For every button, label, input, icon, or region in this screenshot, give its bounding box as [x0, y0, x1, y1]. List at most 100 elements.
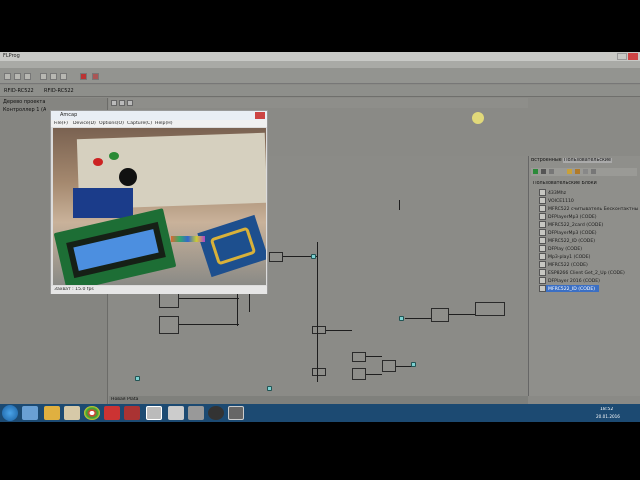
copy-icon[interactable] — [50, 73, 57, 80]
jumper-wires — [171, 236, 205, 242]
camera-menu-bar: File(F) Device(D) Options(O) Capture(C) … — [51, 120, 267, 127]
camera-menu-options[interactable]: Options(O) — [99, 121, 124, 126]
camera-menu-file[interactable]: File(F) — [54, 121, 68, 126]
schematic-block[interactable] — [431, 308, 449, 322]
close-icon[interactable] — [628, 53, 638, 60]
library-item[interactable]: MFRC522_ID (CODE) — [539, 285, 599, 292]
export-icon[interactable] — [583, 169, 588, 174]
app-icon[interactable] — [208, 406, 224, 420]
schematic-block[interactable] — [312, 368, 326, 376]
import-icon[interactable] — [575, 169, 580, 174]
library-item-label: MFRC522_ID (CODE) — [548, 239, 596, 244]
paste-icon[interactable] — [60, 73, 67, 80]
tool-select-icon[interactable] — [111, 100, 117, 106]
camera-menu-capture[interactable]: Capture(C) — [127, 121, 152, 126]
tab-rfid-2[interactable]: RFID-RC522 — [44, 88, 74, 94]
app-icon[interactable] — [188, 406, 204, 420]
library-item[interactable]: MFRC522 (CODE) — [539, 261, 639, 268]
library-item[interactable]: DFPlayer 2016 (CODE) — [539, 277, 639, 284]
schematic-block[interactable] — [352, 368, 366, 380]
library-item[interactable]: 433Mhz — [539, 189, 639, 196]
flprog-taskbar-icon[interactable] — [228, 406, 244, 420]
camera-menu-help[interactable]: Help(H) — [155, 121, 173, 126]
library-item-label: DFPlayerMp3 (CODE) — [548, 215, 597, 220]
app-icon[interactable] — [64, 406, 80, 420]
camera-window[interactable]: Amcap File(F) Device(D) Options(O) Captu… — [50, 110, 268, 294]
folder-icon[interactable] — [567, 169, 572, 174]
camera-status-text: Захват : 15.0 fps — [54, 287, 94, 292]
wire — [179, 298, 239, 299]
app-icon[interactable] — [168, 406, 184, 420]
tab-rfid-1[interactable]: RFID-RC522 — [4, 88, 34, 94]
tool-wire-icon[interactable] — [127, 100, 133, 106]
library-item-label: MFRC522_2card (CODE) — [548, 223, 604, 228]
camera-close-icon[interactable] — [255, 112, 265, 119]
library-item[interactable]: MFRC522_ID (CODE) — [539, 237, 639, 244]
refresh-icon[interactable] — [549, 169, 554, 174]
schematic-block[interactable] — [269, 252, 283, 262]
block-icon — [539, 237, 546, 244]
input-port[interactable] — [267, 386, 272, 391]
schematic-block[interactable] — [159, 316, 179, 334]
clock-date[interactable]: 20.01.2016 — [596, 414, 620, 419]
library-item[interactable]: MFRC522 считыватель Бесконтактны — [539, 205, 639, 212]
tab-new-board[interactable]: Новая Plata — [111, 397, 139, 402]
explorer-icon[interactable] — [22, 406, 38, 420]
wire — [405, 318, 431, 319]
maximize-icon[interactable] — [617, 53, 627, 60]
folder-icon[interactable] — [44, 406, 60, 420]
library-root[interactable]: Пользовательские Блоки — [533, 181, 597, 186]
input-port[interactable] — [135, 376, 140, 381]
library-item[interactable]: Mp3-play1 (CODE) — [539, 253, 639, 260]
tool-zoom-icon[interactable] — [119, 100, 125, 106]
delete-block-icon[interactable] — [541, 169, 546, 174]
app-icon[interactable] — [124, 406, 140, 420]
arduino-board — [73, 188, 133, 218]
schematic-block[interactable] — [475, 302, 505, 316]
schematic-block[interactable] — [352, 352, 366, 362]
schematic-block[interactable] — [382, 360, 396, 372]
minimize-icon[interactable] — [606, 53, 616, 60]
save-project-icon[interactable] — [24, 73, 31, 80]
camera-menu-device[interactable]: Device(D) — [73, 121, 96, 126]
canvas-toolbar — [109, 98, 528, 108]
library-item[interactable]: DFPlayerMp3 (CODE) — [539, 229, 639, 236]
input-port[interactable] — [399, 316, 404, 321]
open-project-icon[interactable] — [14, 73, 21, 80]
schematic-block[interactable] — [312, 326, 326, 334]
new-project-icon[interactable] — [4, 73, 11, 80]
tab-builtin-blocks[interactable]: Встроенные — [531, 158, 562, 163]
library-item[interactable]: DFPlay (CODE) — [539, 245, 639, 252]
compile-icon[interactable] — [80, 73, 87, 80]
output-port[interactable] — [411, 362, 416, 367]
clock-time[interactable]: 18:52 — [600, 407, 613, 412]
red-led — [93, 158, 103, 166]
library-item-label: DFPlay (CODE) — [548, 247, 583, 252]
library-item-label: MFRC522_ID (CODE) — [548, 287, 596, 292]
add-block-icon[interactable] — [533, 169, 538, 174]
library-item[interactable]: ESP8266 Client Get_2_Up (CODE) — [539, 269, 639, 276]
upload-icon[interactable] — [92, 73, 99, 80]
chrome-icon[interactable] — [84, 406, 100, 420]
block-icon — [539, 189, 546, 196]
tab-user-blocks[interactable]: Пользовательские — [563, 158, 612, 163]
wire — [326, 330, 352, 331]
cut-icon[interactable] — [40, 73, 47, 80]
wire — [396, 366, 412, 367]
camera-title-bar: Amcap — [51, 111, 267, 120]
library-item[interactable]: DFPlayerMp3 (CODE) — [539, 213, 639, 220]
block-icon — [539, 269, 546, 276]
block-library-panel: Встроенные Пользовательские Пользователь… — [528, 156, 640, 396]
wire — [179, 324, 239, 325]
output-port[interactable] — [311, 254, 316, 259]
camera-app-icon[interactable] — [146, 406, 162, 420]
library-item[interactable]: MFRC522_2card (CODE) — [539, 221, 639, 228]
block-icon — [539, 197, 546, 204]
media-icon[interactable] — [104, 406, 120, 420]
wire — [366, 356, 382, 357]
start-button-icon[interactable] — [2, 405, 18, 421]
library-item[interactable]: VOICE1110 — [539, 197, 639, 204]
project-tree-item[interactable]: Контроллер 1 (A — [3, 107, 46, 113]
wire — [399, 200, 400, 210]
settings-icon[interactable] — [591, 169, 596, 174]
